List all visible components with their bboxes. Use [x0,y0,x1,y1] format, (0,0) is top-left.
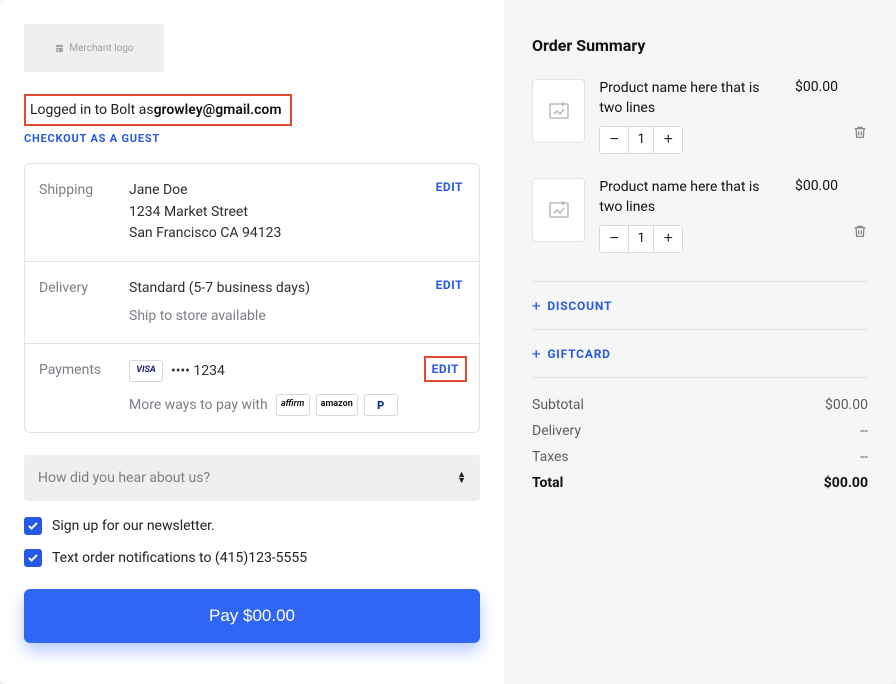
merchant-logo-text: Merchant logo [69,43,133,54]
plus-icon: + [532,297,541,315]
logged-in-email: growley@gmail.com [154,102,282,118]
qty-value: 1 [628,127,654,153]
qty-stepper: − 1 + [599,126,683,154]
item-price: $00.00 [795,79,838,95]
merchant-logo: Merchant logo [24,24,164,72]
qty-stepper: − 1 + [599,225,683,253]
totals: Subtotal $00.00 Delivery -- Taxes -- Total $… [532,392,868,496]
item-name: Product name here that is two lines [599,79,781,118]
image-placeholder-icon [547,198,571,222]
qty-increment[interactable]: + [654,226,682,252]
edit-shipping-button[interactable]: EDIT [436,180,463,194]
newsletter-label: Sign up for our newsletter. [52,518,215,534]
add-giftcard-link[interactable]: +GIFTCARD [532,345,611,363]
checkout-panel: Shipping Jane Doe 1234 Market Street San… [24,163,480,433]
visa-icon: VISA [129,360,163,382]
text-notify-checkbox[interactable] [24,549,42,567]
shipping-section: Shipping Jane Doe 1234 Market Street San… [25,164,479,261]
delivery-value: -- [860,423,868,439]
subtotal-value: $00.00 [825,397,868,413]
product-thumbnail [532,178,585,242]
shipping-label: Shipping [39,180,129,245]
order-summary: Order Summary Product name here that is … [504,0,896,684]
check-icon [27,552,39,564]
hear-about-placeholder: How did you hear about us? [38,470,210,486]
product-thumbnail [532,79,585,143]
summary-item: Product name here that is two lines − 1 … [532,168,868,267]
item-name: Product name here that is two lines [599,178,781,217]
shipping-street: 1234 Market Street [129,202,461,224]
summary-item: Product name here that is two lines − 1 … [532,69,868,168]
delivery-section: Delivery Standard (5-7 business days) Sh… [25,261,479,343]
payments-body: VISA •••• 1234 More ways to pay with aff… [129,360,461,416]
paypal-icon[interactable]: P [364,394,398,416]
newsletter-checkbox[interactable] [24,517,42,535]
shipping-city: San Francisco CA 94123 [129,223,461,245]
divider [532,377,868,378]
add-discount-link[interactable]: +DISCOUNT [532,297,612,315]
delivery-note: Ship to store available [129,306,461,328]
total-value: $00.00 [824,475,868,491]
text-notify-label: Text order notifications to (415)123-555… [52,550,307,566]
divider [532,329,868,330]
shipping-body: Jane Doe 1234 Market Street San Francisc… [129,180,461,245]
item-price: $00.00 [795,178,838,194]
check-icon [27,520,39,532]
summary-title: Order Summary [532,36,868,55]
amazon-pay-icon[interactable]: amazon [316,394,358,416]
qty-decrement[interactable]: − [600,226,628,252]
pay-button[interactable]: Pay $00.00 [24,589,480,643]
delivery-label: Delivery [532,423,581,439]
checkout-page: Merchant logo Logged in to Bolt as growl… [0,0,896,684]
text-notify-checkbox-row[interactable]: Text order notifications to (415)123-555… [24,549,480,567]
qty-decrement[interactable]: − [600,127,628,153]
shipping-name: Jane Doe [129,180,461,202]
checkout-form: Merchant logo Logged in to Bolt as growl… [0,0,504,684]
remove-item-button[interactable] [852,222,868,244]
remove-item-button[interactable] [852,123,868,145]
taxes-label: Taxes [532,449,569,465]
newsletter-checkbox-row[interactable]: Sign up for our newsletter. [24,517,480,535]
delivery-label: Delivery [39,278,129,327]
affirm-icon[interactable]: affirm [276,394,310,416]
logged-in-banner: Logged in to Bolt as growley@gmail.com [24,94,292,126]
delivery-body: Standard (5-7 business days) Ship to sto… [129,278,461,327]
qty-value: 1 [628,226,654,252]
subtotal-label: Subtotal [532,397,584,413]
edit-payments-button[interactable]: EDIT [424,356,467,382]
select-chevron-icon: ▲▼ [457,472,466,484]
checkout-as-guest-link[interactable]: CHECKOUT AS A GUEST [24,132,480,145]
more-ways-label: More ways to pay with [129,395,268,417]
total-label: Total [532,475,563,491]
delivery-method: Standard (5-7 business days) [129,278,461,300]
qty-increment[interactable]: + [654,127,682,153]
image-placeholder-icon [547,99,571,123]
divider [532,281,868,282]
edit-delivery-button[interactable]: EDIT [436,278,463,292]
trash-icon [852,123,868,141]
logged-in-prefix: Logged in to Bolt as [26,102,154,118]
payments-label: Payments [39,360,129,416]
trash-icon [852,222,868,240]
payments-section: Payments VISA •••• 1234 More ways to pay… [25,343,479,432]
store-icon [54,43,65,54]
card-masked: •••• 1234 [171,361,225,383]
plus-icon: + [532,345,541,363]
taxes-value: -- [860,449,868,465]
hear-about-select[interactable]: How did you hear about us? ▲▼ [24,455,480,501]
